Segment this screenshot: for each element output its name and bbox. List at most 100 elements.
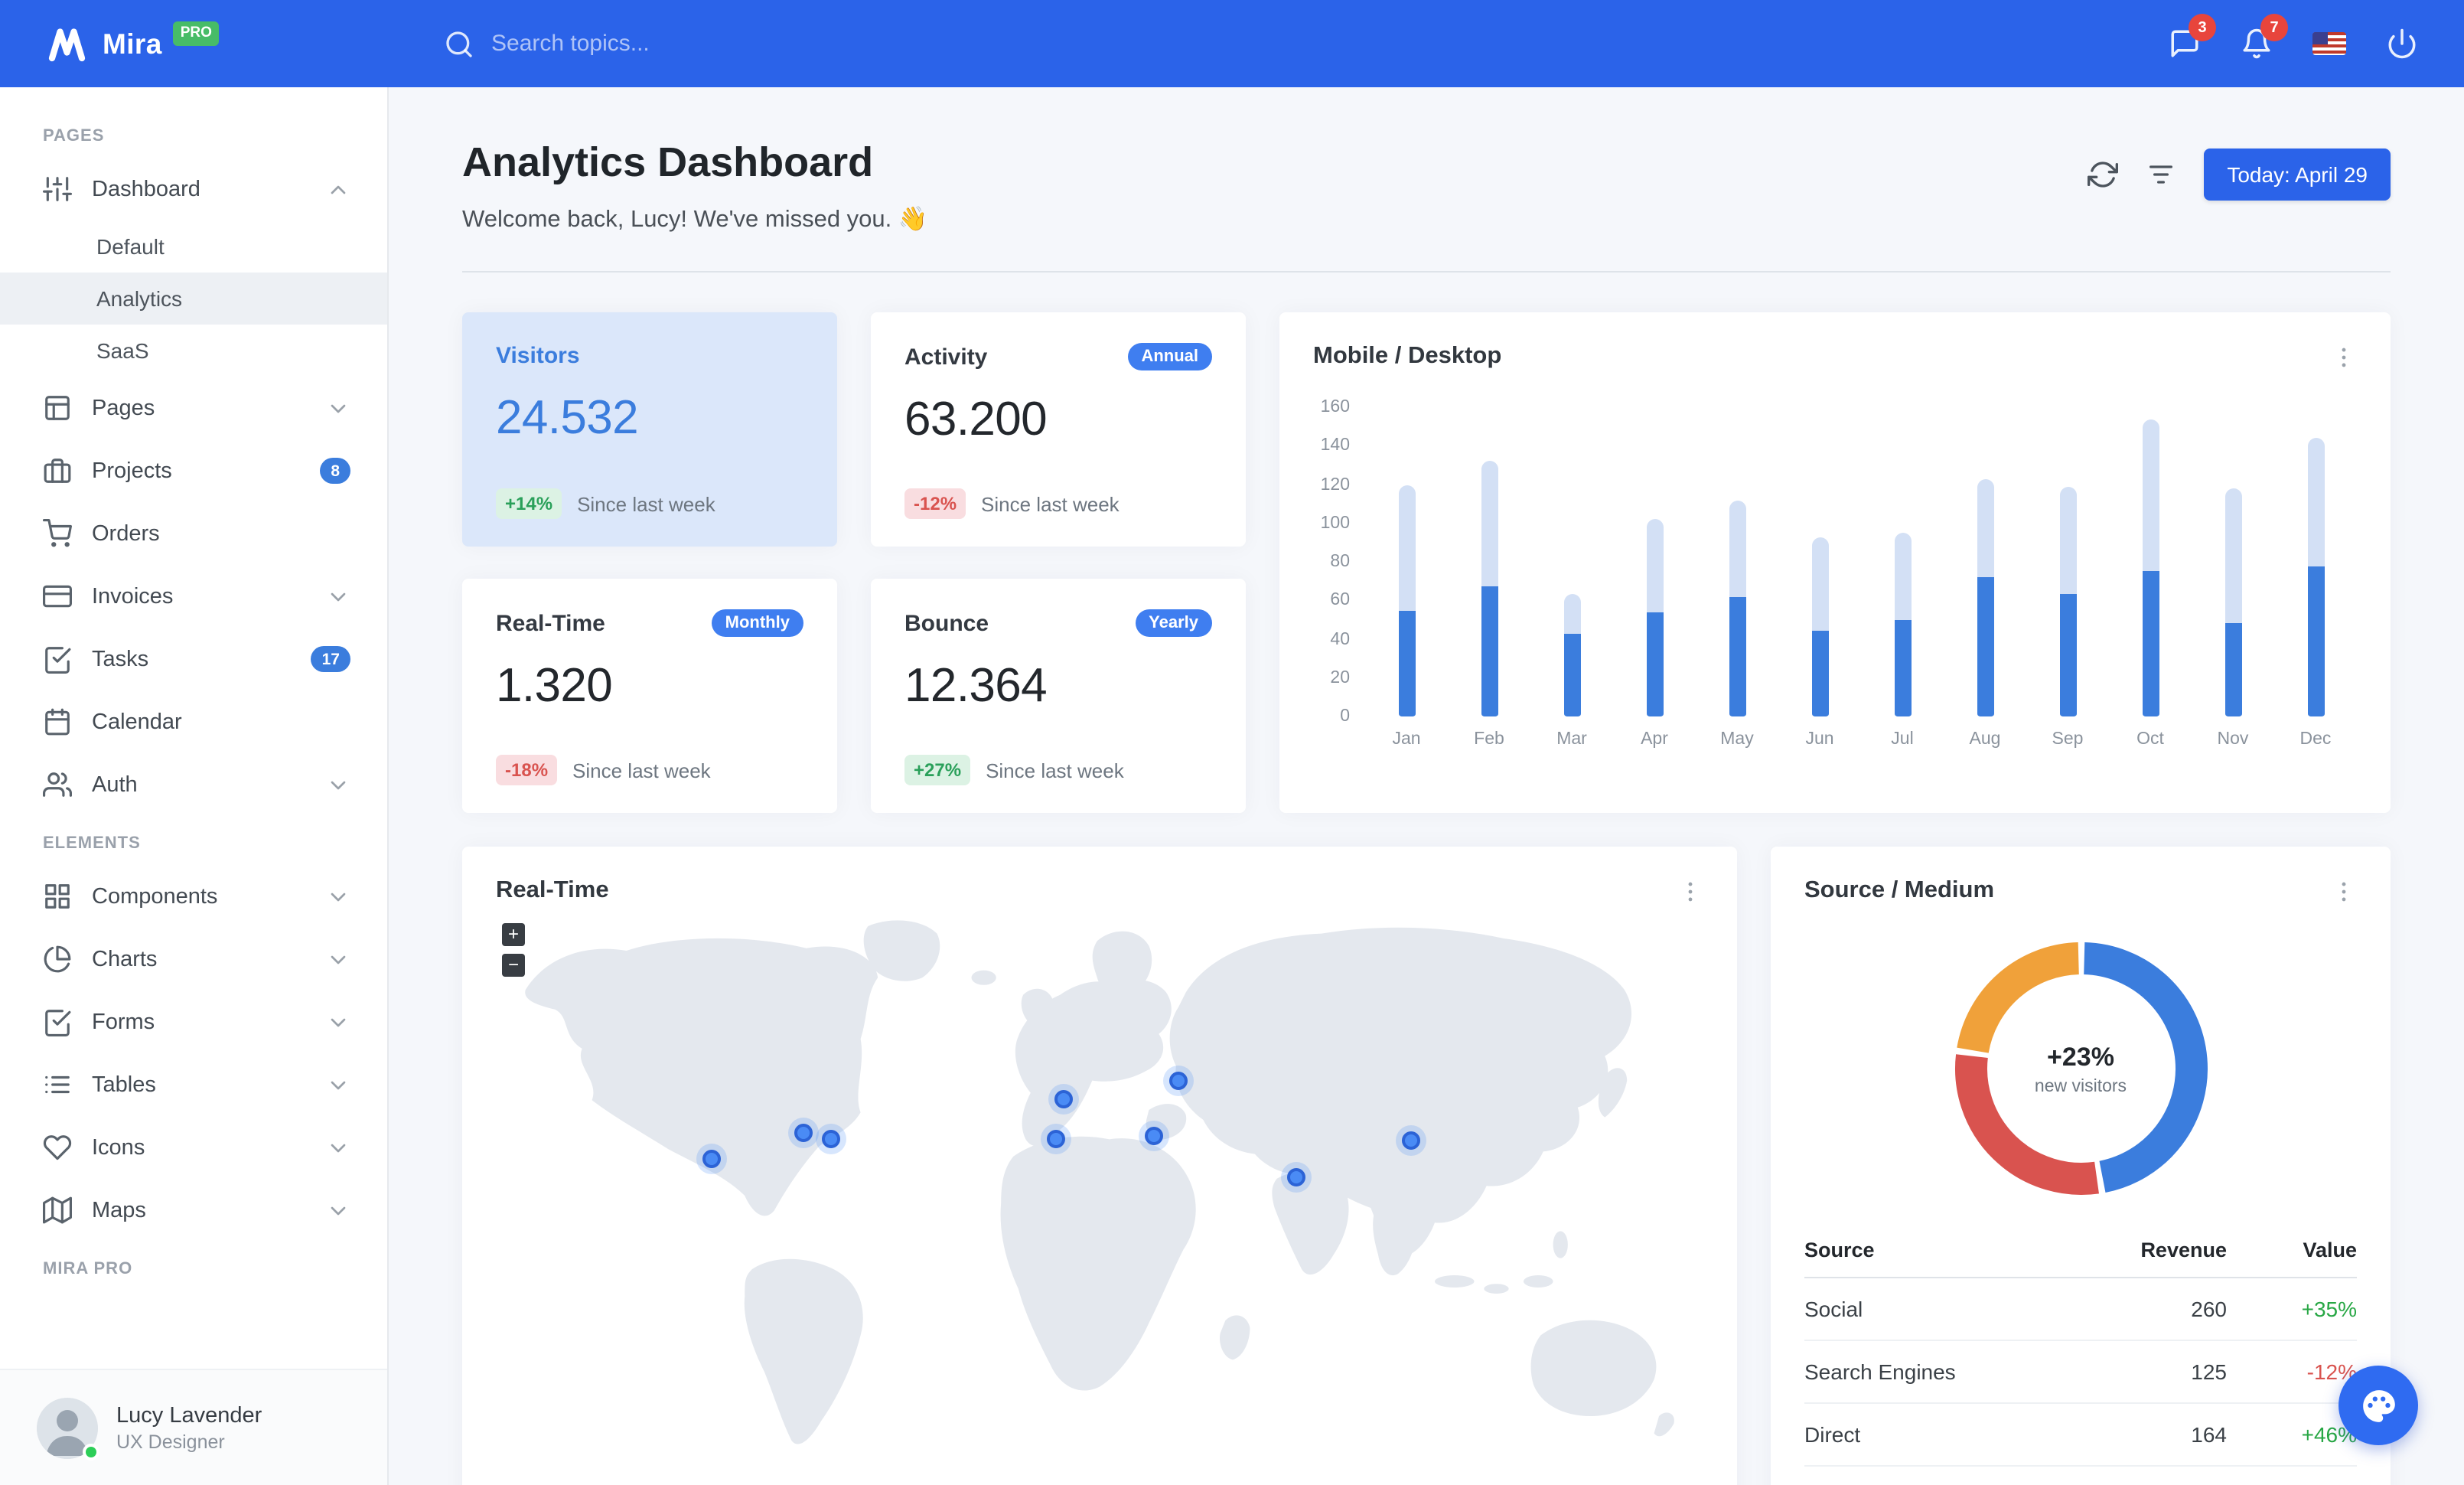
bar-segment-mobile xyxy=(2307,438,2324,566)
bounce-card[interactable]: Bounce Yearly 12.364 +27% Since last wee… xyxy=(871,579,1246,813)
sidebar-item-projects[interactable]: Projects 8 xyxy=(0,439,387,502)
sidebar-item-icons[interactable]: Icons xyxy=(0,1116,387,1179)
map-marker[interactable] xyxy=(1054,1089,1073,1108)
bar-jun[interactable] xyxy=(1811,537,1828,716)
bounce-period-badge[interactable]: Yearly xyxy=(1135,609,1212,637)
filter-icon[interactable] xyxy=(2146,159,2176,190)
bar-oct[interactable] xyxy=(2142,419,2159,716)
sidebar-item-default[interactable]: Default xyxy=(0,220,387,273)
visitors-card[interactable]: Visitors 24.532 +14% Since last week xyxy=(462,312,837,547)
messages-count-badge: 3 xyxy=(2189,14,2216,41)
sidebar-user[interactable]: Lucy Lavender UX Designer xyxy=(0,1369,387,1485)
refresh-icon[interactable] xyxy=(2088,159,2119,190)
bar-aug[interactable] xyxy=(1977,478,1993,716)
sidebar-item-invoices[interactable]: Invoices xyxy=(0,565,387,628)
sidebar-item-calendar[interactable]: Calendar xyxy=(0,690,387,753)
more-vertical-icon[interactable] xyxy=(2331,878,2357,904)
notifications-count-badge: 7 xyxy=(2260,14,2288,41)
bar-dec[interactable] xyxy=(2307,438,2324,716)
user-name: Lucy Lavender xyxy=(116,1403,262,1428)
map-marker[interactable] xyxy=(702,1149,722,1168)
sidebar-item-label: Tables xyxy=(92,1072,156,1097)
map-marker[interactable] xyxy=(1145,1126,1163,1145)
y-tick-label: 0 xyxy=(1340,707,1350,726)
table-row: Direct 164 +46% xyxy=(1804,1404,2357,1467)
bar-column xyxy=(1944,478,2026,716)
bar-segment-desktop xyxy=(2059,594,2076,716)
x-axis-label: Jun xyxy=(1805,730,1834,749)
map-marker[interactable] xyxy=(1287,1168,1306,1187)
pie-chart-icon xyxy=(44,945,71,973)
map-marker[interactable] xyxy=(822,1129,841,1148)
bar-sep[interactable] xyxy=(2059,486,2076,716)
card-title: Real-Time xyxy=(496,610,605,636)
bar-segment-desktop xyxy=(1894,619,1911,716)
table-row: Search Engines 125 -12% xyxy=(1804,1341,2357,1404)
bar-jan[interactable] xyxy=(1398,485,1415,716)
map-marker[interactable] xyxy=(1402,1131,1421,1150)
theme-settings-fab[interactable] xyxy=(2339,1366,2418,1445)
sidebar-item-maps[interactable]: Maps xyxy=(0,1179,387,1242)
sidebar-item-auth[interactable]: Auth xyxy=(0,753,387,816)
more-vertical-icon[interactable] xyxy=(2331,344,2357,370)
avatar xyxy=(37,1397,99,1460)
bar-chart: 0 20 40 60 80 100 120 140 160 Jan Feb Mar Apr May Jun… xyxy=(1313,398,2357,782)
bar-column xyxy=(1861,533,1944,716)
bar-jul[interactable] xyxy=(1894,533,1911,716)
sidebar-item-saas[interactable]: SaaS xyxy=(0,325,387,377)
realtime-period-badge[interactable]: Monthly xyxy=(711,609,803,637)
sidebar-item-label: Charts xyxy=(92,947,158,971)
activity-period-badge[interactable]: Annual xyxy=(1127,343,1212,370)
col-header-source: Source xyxy=(1804,1239,1875,1261)
bar-segment-desktop xyxy=(1729,596,1745,716)
logout-button[interactable] xyxy=(2386,28,2418,60)
date-button[interactable]: Today: April 29 xyxy=(2204,148,2391,201)
chevron-down-icon xyxy=(331,403,346,413)
bar-feb[interactable] xyxy=(1481,461,1498,716)
sidebar-item-label: Maps xyxy=(92,1198,146,1222)
bar-segment-desktop xyxy=(1481,586,1498,716)
sidebar-item-label: Components xyxy=(92,884,218,909)
map-marker[interactable] xyxy=(794,1123,813,1142)
realtime-card[interactable]: Real-Time Monthly 1.320 -18% Since last … xyxy=(462,579,837,813)
sidebar-item-analytics[interactable]: Analytics xyxy=(0,273,387,325)
sidebar-item-orders[interactable]: Orders xyxy=(0,502,387,565)
activity-card[interactable]: Activity Annual 63.200 -12% Since last w… xyxy=(871,312,1246,547)
page-title-block: Analytics Dashboard Welcome back, Lucy! … xyxy=(462,139,928,234)
map-marker[interactable] xyxy=(1047,1129,1066,1148)
y-tick-label: 140 xyxy=(1320,436,1350,455)
sidebar-item-dashboard[interactable]: Dashboard xyxy=(0,158,387,220)
zoom-out-button[interactable]: − xyxy=(502,954,525,977)
sidebar-nav: PAGES Dashboard Default Analytics SaaS P… xyxy=(0,87,387,1291)
search-input[interactable] xyxy=(491,31,920,57)
bar-segment-desktop xyxy=(2307,566,2324,716)
more-vertical-icon[interactable] xyxy=(1677,878,1703,904)
map-zoom-controls: + − xyxy=(502,923,525,977)
zoom-in-button[interactable]: + xyxy=(502,923,525,946)
bar-may[interactable] xyxy=(1729,500,1745,716)
source-table-header: Source Revenue Value xyxy=(1804,1223,2357,1278)
bounce-note: Since last week xyxy=(986,759,1124,782)
donut-segment-search-engines[interactable] xyxy=(1956,942,2079,1054)
donut-segment-direct[interactable] xyxy=(1954,1054,2098,1195)
x-axis-label: Aug xyxy=(1969,730,2001,749)
bar-apr[interactable] xyxy=(1646,519,1663,716)
sidebar-item-pages[interactable]: Pages xyxy=(0,377,387,439)
map-marker[interactable] xyxy=(1168,1071,1188,1090)
brand[interactable]: Mira PRO xyxy=(0,21,389,67)
notifications-button[interactable]: 7 xyxy=(2241,14,2288,60)
col-header-revenue: Revenue xyxy=(2140,1239,2227,1261)
sidebar-item-tasks[interactable]: Tasks 17 xyxy=(0,628,387,690)
messages-button[interactable]: 3 xyxy=(2169,14,2216,60)
tasks-count-badge: 17 xyxy=(311,646,350,672)
donut-segment-social[interactable] xyxy=(2082,942,2207,1193)
sidebar-item-components[interactable]: Components xyxy=(0,865,387,928)
sidebar-item-forms[interactable]: Forms xyxy=(0,991,387,1053)
list-icon xyxy=(45,1075,70,1094)
sidebar-item-charts[interactable]: Charts xyxy=(0,928,387,991)
map-icon xyxy=(43,1196,72,1224)
bar-mar[interactable] xyxy=(1563,594,1580,716)
sidebar-item-tables[interactable]: Tables xyxy=(0,1053,387,1116)
bar-nov[interactable] xyxy=(2224,488,2241,716)
language-flag-us[interactable] xyxy=(2312,32,2346,55)
